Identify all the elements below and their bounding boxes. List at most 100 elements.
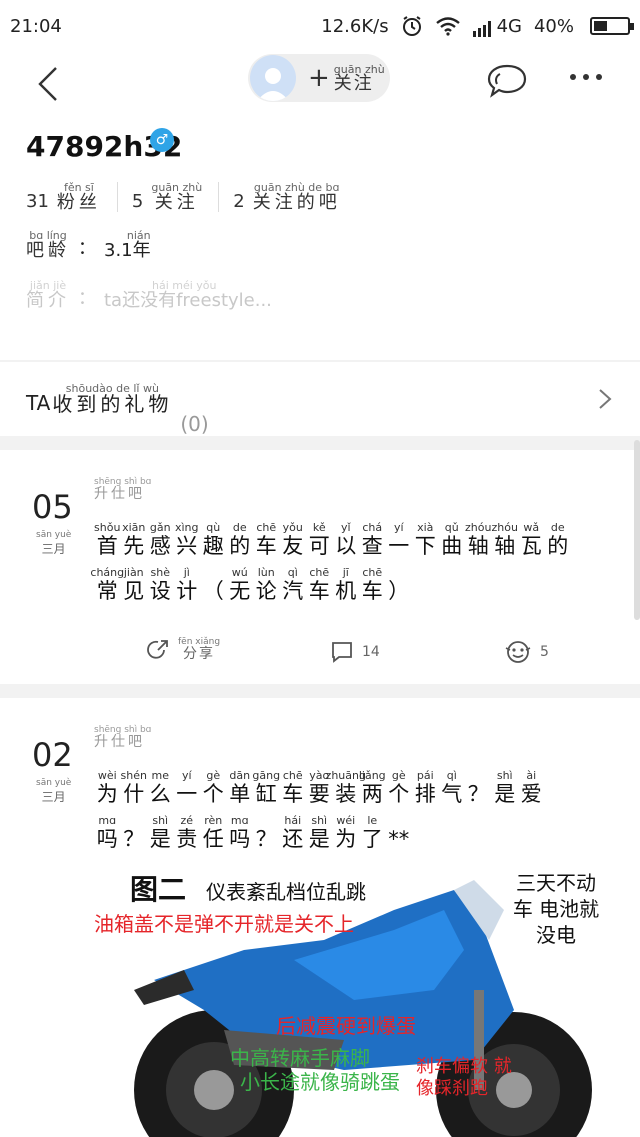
- image-caption: 仪表紊乱档位乱跳: [206, 880, 366, 904]
- post-month: 三月: [41, 542, 66, 556]
- post-char: ？: [121, 815, 148, 850]
- like-button[interactable]: 5: [504, 640, 549, 664]
- char-text: 可: [308, 534, 330, 558]
- char-text: 汽: [282, 579, 304, 604]
- post-char: ài 爱: [518, 770, 545, 805]
- post-day: 02: [32, 736, 73, 774]
- post-text-line: mɑ 吗？ shì 是 zé 责 rèn 任 mɑ 吗？ hái 还 shì 是 wéi 为 le 了 **: [94, 815, 614, 850]
- post-char: qù 趣: [200, 522, 227, 557]
- battery-percent: 40%: [533, 15, 574, 37]
- forum-name: 升仕吧: [94, 486, 145, 503]
- follow-button[interactable]: + guān zhù 关注: [248, 54, 390, 102]
- comment-button[interactable]: 14: [330, 640, 380, 664]
- battery-icon: [590, 17, 634, 35]
- share-icon: [147, 640, 168, 659]
- post-char: mɑ 吗: [94, 815, 121, 850]
- age-sep: ：: [78, 238, 96, 260]
- char-text: 先: [123, 534, 145, 558]
- following-count: 5: [131, 191, 144, 213]
- char-text: 车: [255, 534, 277, 558]
- network-speed: 12.6K/s: [321, 15, 389, 37]
- like-face-icon: [505, 641, 531, 663]
- char-text: 两: [361, 782, 383, 806]
- stat-fans[interactable]: 31 fěn sī 粉丝: [26, 182, 118, 213]
- post-char: kě 可: [306, 522, 333, 557]
- char-text: 吗: [229, 827, 251, 852]
- comment-count: 14: [362, 644, 380, 660]
- stat-following[interactable]: 5 guān zhù 关注: [131, 182, 220, 213]
- scrollbar[interactable]: [634, 440, 640, 620]
- post-forum[interactable]: shēng shì bɑ 升仕吧: [94, 725, 151, 750]
- like-count: 5: [540, 644, 549, 660]
- char-text: 论: [255, 579, 277, 604]
- bar-age: bɑ líng 吧龄 ： nián 3.1年: [26, 230, 151, 260]
- char-text: 的: [547, 534, 569, 558]
- image-caption: 小长途就像骑跳蛋: [240, 1070, 400, 1094]
- more-menu-icon[interactable]: [570, 74, 602, 80]
- char-text: 一: [388, 534, 410, 558]
- post-char: ？: [253, 815, 280, 850]
- follow-label: 关注: [333, 72, 374, 94]
- char-text: 车: [361, 579, 383, 604]
- chat-bubble-icon[interactable]: [486, 62, 528, 100]
- char-text: 友: [282, 534, 304, 558]
- char-text: 是: [308, 827, 330, 852]
- fans-label: 粉丝: [56, 191, 101, 213]
- gifts-prefix: TA: [26, 391, 51, 416]
- post-char: shè 设: [147, 567, 174, 602]
- char-text: 是: [494, 782, 516, 806]
- post-body: wèi 为 shén 什 me 么 yí 一 gè 个 dān 单 gāng 缸 chē 车 yào 要 zhuān…: [94, 770, 614, 860]
- post-char: zhuāng 装: [326, 770, 366, 806]
- char-text: **: [388, 827, 410, 852]
- back-arrow-icon[interactable]: [32, 64, 62, 104]
- char-text: 是: [149, 827, 171, 852]
- char-text: 单: [229, 782, 251, 806]
- char-text: 装: [335, 782, 357, 806]
- post-char: qì 气: [439, 770, 466, 805]
- char-text: 个: [202, 782, 224, 806]
- plus-icon: +: [308, 63, 330, 93]
- post-forum[interactable]: shēng shì bɑ 升仕吧: [94, 477, 151, 503]
- status-bar: 21:04 12.6K/s 4G 40%: [0, 0, 640, 52]
- post-char: rèn 任: [200, 815, 227, 850]
- share-label: 分享: [183, 646, 216, 663]
- post-char: yí 一: [386, 522, 413, 557]
- following-label: 关注: [154, 191, 199, 213]
- comment-icon: [332, 642, 352, 663]
- post-char: jī 机: [333, 567, 360, 602]
- char-text: 任: [202, 827, 224, 852]
- post-char: gè 个: [200, 770, 227, 805]
- status-time: 21:04: [10, 15, 62, 37]
- char-text: 排: [414, 782, 436, 806]
- profile-card: 47892h32 ♂ 31 fěn sī 粉丝 5 guān zhù 关注 2 gu…: [0, 120, 640, 360]
- char-text: 责: [176, 827, 198, 852]
- post-char: （: [200, 567, 227, 602]
- char-text: ？: [123, 827, 145, 852]
- char-text: ？: [467, 782, 489, 806]
- char-text: 轴: [494, 534, 516, 558]
- char-text: 一: [176, 782, 198, 806]
- gifts-row[interactable]: TA shōudào de lǐ wù 收到的礼物 (0): [0, 362, 640, 436]
- intro: jiǎn jiè 简介 ： hái méi yǒu ta还没有freestyle..…: [26, 280, 272, 310]
- followed-bars-count: 2: [233, 191, 245, 213]
- screen: 21:04 12.6K/s 4G 40% + guān zhù 关注 47892…: [0, 0, 640, 1137]
- signal-icon: [472, 20, 491, 37]
- post-card[interactable]: 05 sān yuè 三月 shēng shì bɑ 升仕吧 shǒu 首 xiān 先 g…: [0, 450, 640, 684]
- char-text: 设: [149, 579, 171, 604]
- post-char: wú 无: [227, 567, 254, 602]
- post-image[interactable]: 图二 仪表紊乱档位乱跳 油箱盖不是弹不开就是关不上 三天不动车 电池就没电 后减…: [94, 870, 614, 1137]
- post-card[interactable]: 02 sān yuè 三月 shēng shì bɑ 升仕吧 wèi 为 shén 什 me…: [0, 698, 640, 1137]
- post-char: chá 查: [359, 522, 386, 557]
- char-text: 为: [96, 782, 118, 806]
- char-text: 还: [282, 827, 304, 852]
- post-char: dān 单: [227, 770, 254, 805]
- post-char: shén 什: [121, 770, 148, 805]
- post-char: zhóu 轴: [465, 522, 492, 557]
- share-button[interactable]: fēn xiǎng 分享: [146, 637, 220, 663]
- post-char: qǔ 曲: [439, 522, 466, 557]
- char-text: 曲: [441, 534, 463, 558]
- image-caption: 三天不动车 电池就没电: [512, 871, 600, 947]
- wifi-icon: [435, 17, 460, 36]
- char-text: 要: [308, 782, 330, 806]
- stat-followed-bars[interactable]: 2 guān zhù de bɑ 关注的吧: [233, 182, 356, 212]
